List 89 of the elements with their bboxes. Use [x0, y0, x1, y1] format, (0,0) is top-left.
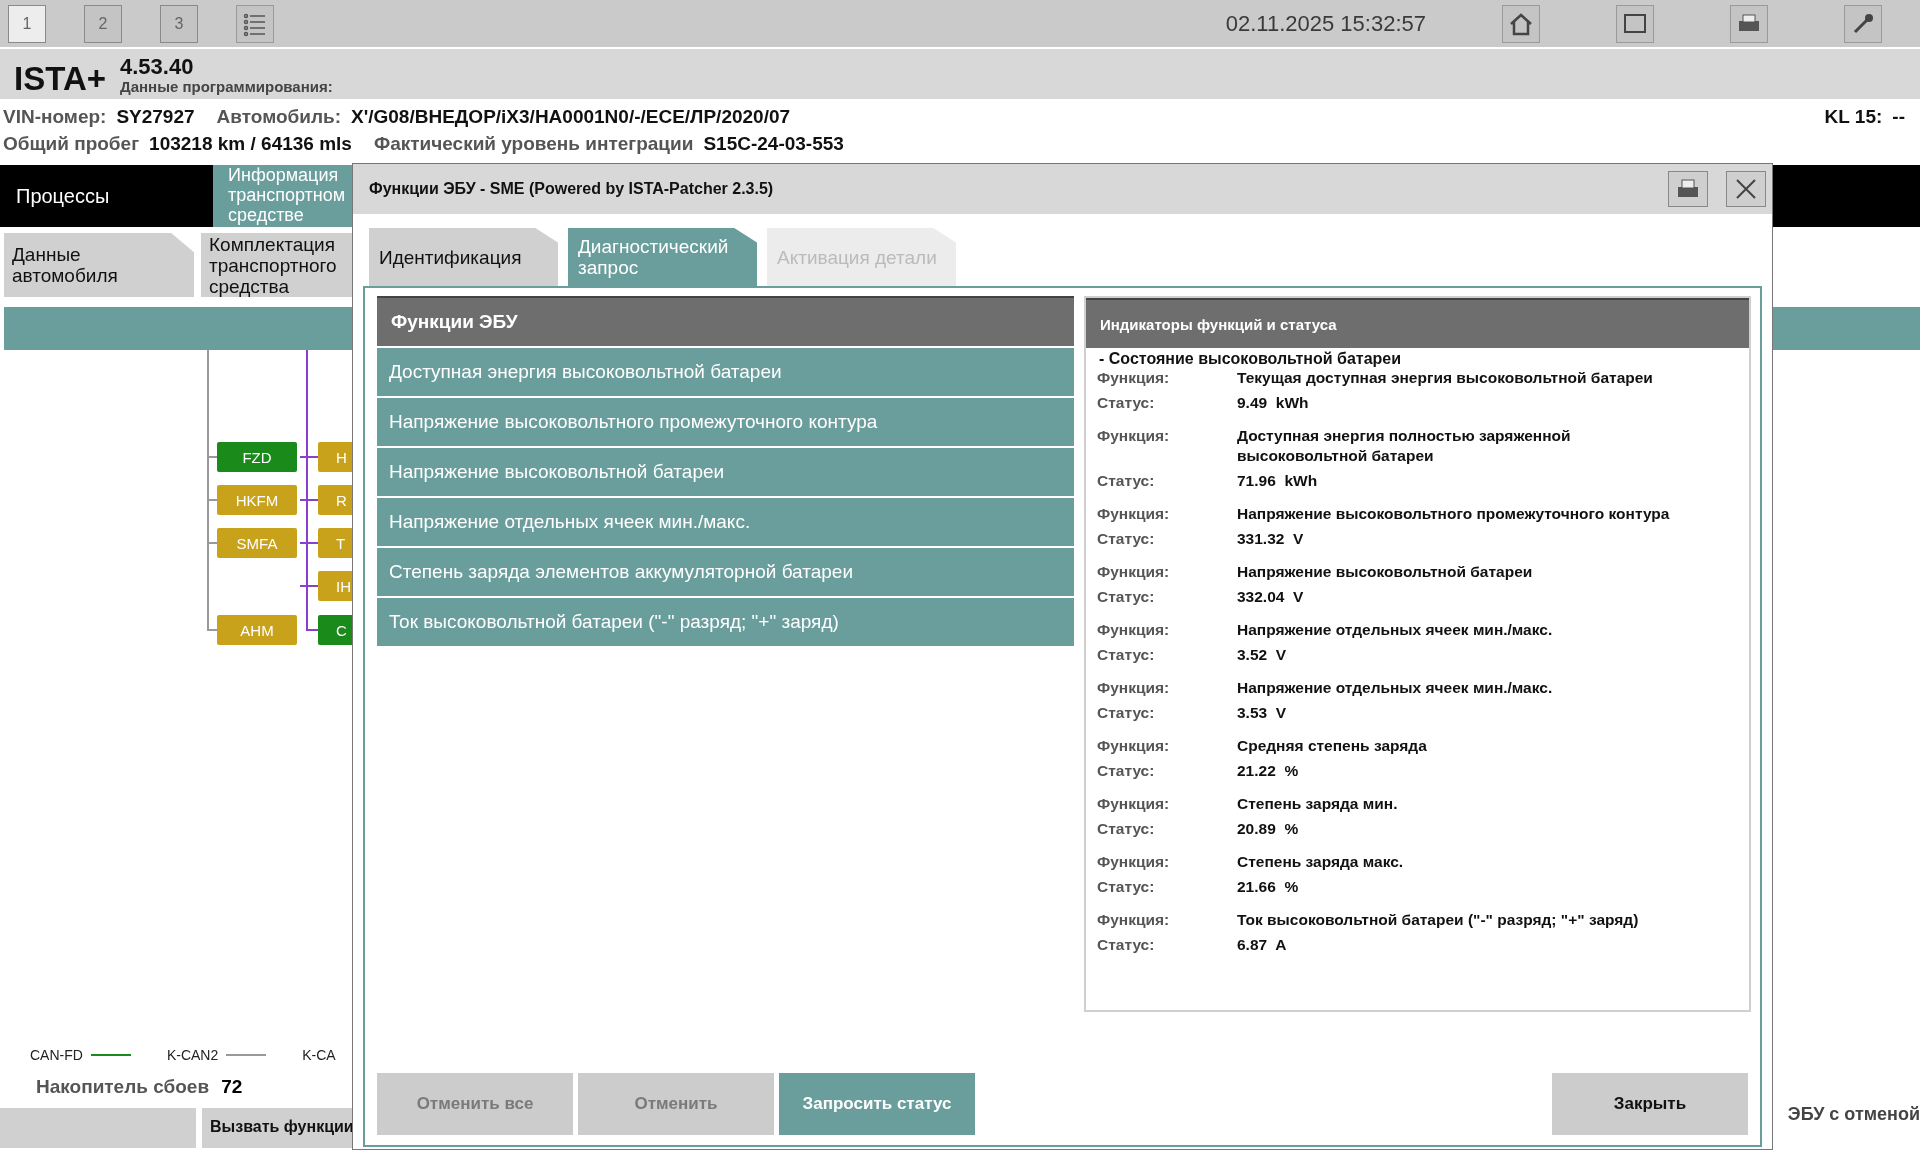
panel-header: Индикаторы функций и статуса: [1086, 298, 1749, 348]
tools-button[interactable]: [1844, 4, 1882, 43]
fault-count: 72: [221, 1076, 243, 1098]
kl15-value: --: [1892, 105, 1905, 128]
status-value: 71.96 kWh: [1237, 471, 1319, 491]
status-label: Статус:: [1097, 471, 1156, 491]
dialog-tab[interactable]: Идентификация: [369, 228, 558, 286]
legend-label: K-CA: [302, 1047, 336, 1063]
function-name: Доступная энергия полностью заряженной высоковольтной батареи: [1237, 426, 1572, 466]
integration-level-value: S15C-24-03-553: [703, 132, 844, 155]
status-label: Статус:: [1097, 587, 1156, 607]
function-label: Функция:: [1097, 620, 1171, 640]
status-value: 6.87 A: [1237, 935, 1288, 955]
mileage-label: Общий пробег: [3, 132, 140, 155]
function-button[interactable]: Вызвать функции: [202, 1108, 352, 1148]
function-name: Степень заряда мин.: [1237, 794, 1399, 814]
status-label: Статус:: [1097, 819, 1156, 839]
dialog-tab[interactable]: Диагностический запрос: [568, 228, 757, 286]
status-value: 3.53 V: [1237, 703, 1288, 723]
function-item[interactable]: Доступная энергия высоковольтной батареи: [377, 348, 1074, 396]
status-label: Статус:: [1097, 703, 1156, 723]
function-label: Функция:: [1097, 794, 1171, 814]
integration-level-label: Фактический уровень интеграции: [373, 132, 694, 155]
status-label: Статус:: [1097, 935, 1156, 955]
ecu-node[interactable]: FZD: [217, 442, 297, 472]
fault-memory-label: Накопитель сбоев: [36, 1076, 210, 1098]
dialog-button[interactable]: Закрыть: [1552, 1073, 1748, 1135]
tab-button[interactable]: 3: [160, 4, 198, 43]
function-item[interactable]: Степень заряда элементов аккумуляторной батареи: [377, 548, 1074, 596]
car-label: Автомобиль:: [216, 105, 342, 128]
status-label: Статус:: [1097, 645, 1156, 665]
status-value: 20.89 %: [1237, 819, 1300, 839]
ecu-node[interactable]: SMFA: [217, 528, 297, 558]
status-value: 332.04 V: [1237, 587, 1305, 607]
vin-value: SY27927: [116, 105, 195, 128]
function-name: Текущая доступная энергия высоковольтной батареи: [1237, 368, 1654, 388]
function-label: Функция:: [1097, 562, 1171, 582]
close-button[interactable]: [1726, 171, 1766, 207]
mileage-value: 103218 km / 64136 mls: [149, 132, 352, 155]
status-value: 9.49 kWh: [1237, 393, 1310, 413]
car-value: X'/G08/ВНЕДОР/iX3/HA0001N0/-/ECE/ЛР/2020/07: [351, 105, 791, 128]
dialog-button[interactable]: Запросить статус: [779, 1073, 975, 1135]
status-value: 331.32 V: [1237, 529, 1305, 549]
status-value: 21.22 %: [1237, 761, 1300, 781]
function-label: Функция:: [1097, 504, 1171, 524]
function-label: Функция:: [1097, 852, 1171, 872]
version: 4.53.40: [120, 54, 195, 78]
function-item[interactable]: Напряжение высоковольтной батареи: [377, 448, 1074, 496]
print-button[interactable]: [1730, 4, 1768, 43]
status-label: Статус:: [1097, 529, 1156, 549]
toolbar-button[interactable]: [1616, 4, 1654, 43]
date-time: 02.11.2025 15:32:57: [1225, 10, 1426, 37]
function-name: Ток высоковольтной батареи ("-" разряд; "+" заряд): [1237, 910, 1640, 930]
ecu-node[interactable]: AHM: [217, 615, 297, 645]
function-label: Функция:: [1097, 426, 1171, 446]
ecu-note: ЭБУ с отменой: [1787, 1104, 1920, 1126]
status-label: Статус:: [1097, 877, 1156, 897]
function-label: Функция:: [1097, 736, 1171, 756]
status-value: 21.66 %: [1237, 877, 1300, 897]
function-name: Напряжение высоковольтного промежуточного контура: [1237, 504, 1671, 524]
function-name: Напряжение отдельных ячеек мин./макс.: [1237, 620, 1554, 640]
sub-tab[interactable]: Данные автомобиля: [4, 233, 194, 297]
function-name: Степень заряда макс.: [1237, 852, 1405, 872]
function-label: Функция:: [1097, 678, 1171, 698]
function-label: Функция:: [1097, 368, 1171, 388]
legend-label: K-CAN2: [166, 1047, 219, 1063]
vin-label: VIN-номер:: [3, 105, 107, 128]
function-name: Средняя степень заряда: [1237, 736, 1428, 756]
function-label: Функция:: [1097, 910, 1171, 930]
programming-data-label: Данные программирования:: [120, 78, 333, 95]
print-button[interactable]: [1668, 171, 1708, 207]
legend-label: CAN-FD: [30, 1047, 83, 1063]
tab-button[interactable]: 1: [8, 4, 46, 43]
ecu-node[interactable]: HKFM: [217, 485, 297, 515]
function-item[interactable]: Напряжение отдельных ячеек мин./макс.: [377, 498, 1074, 546]
section-title: - Состояние высоковольтной батареи: [1098, 349, 1403, 368]
status-label: Статус:: [1097, 393, 1156, 413]
status-label: Статус:: [1097, 761, 1156, 781]
home-button[interactable]: [1502, 4, 1540, 43]
list-header: Функции ЭБУ: [377, 296, 1074, 346]
status-value: 3.52 V: [1237, 645, 1288, 665]
kl15-label: KL 15:: [1824, 105, 1883, 128]
function-name: Напряжение высоковольтной батареи: [1237, 562, 1534, 582]
function-item[interactable]: Ток высоковольтной батареи ("-" разряд; "+" заряд): [377, 598, 1074, 646]
tab-button[interactable]: 2: [84, 4, 122, 43]
list-button[interactable]: [236, 4, 274, 43]
function-item[interactable]: Напряжение высоковольтного промежуточного контура: [377, 398, 1074, 446]
function-name: Напряжение отдельных ячеек мин./макс.: [1237, 678, 1554, 698]
app-name: ISTA+: [14, 62, 106, 95]
